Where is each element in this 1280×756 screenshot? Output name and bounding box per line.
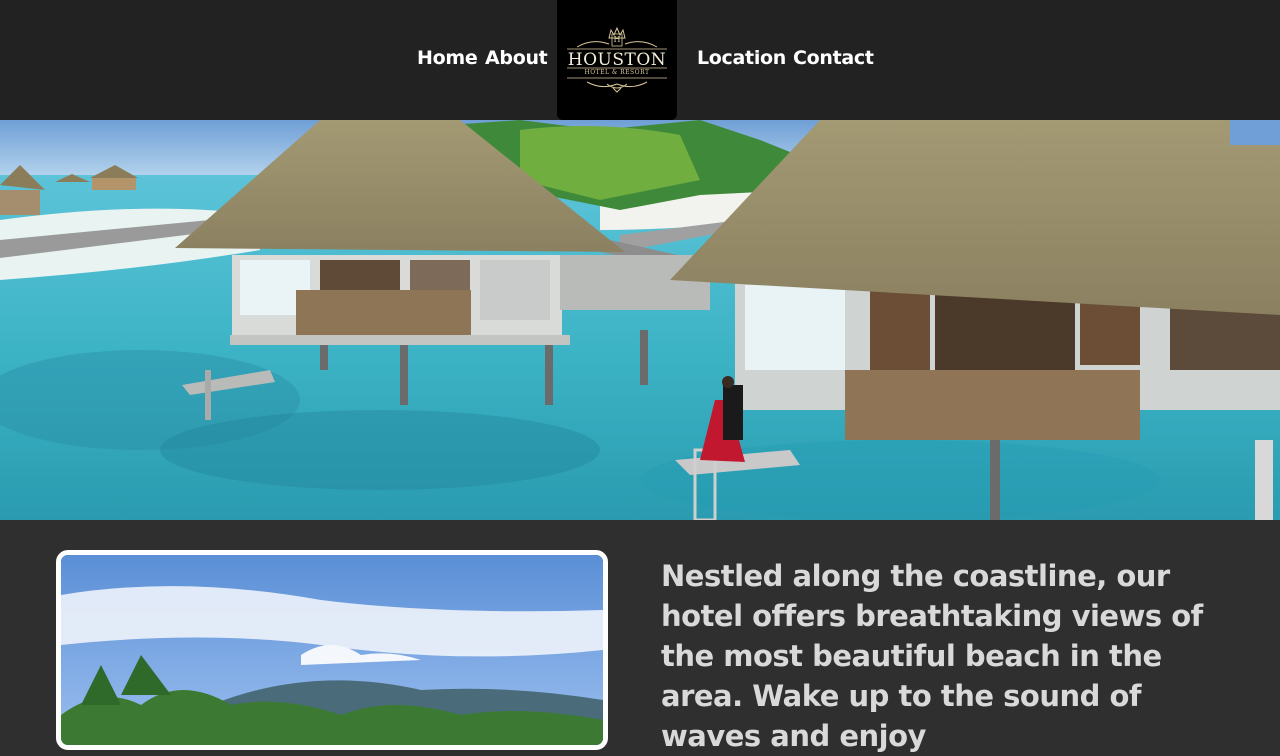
resort-garden-photo [61,555,603,745]
nav-link-about[interactable]: About [485,47,548,69]
nav-link-location[interactable]: Location [697,47,786,69]
hero-image [0,120,1280,520]
nav-link-contact[interactable]: Contact [793,47,874,69]
nav-link-home[interactable]: Home [417,47,478,69]
intro-paragraph: Nestled along the coastline, our hotel o… [661,559,1203,753]
navbar: Home About HOUSTON HOTEL & RESORT H Loca… [0,0,1280,120]
logo-name: HOUSTON [567,50,667,70]
brand-logo[interactable]: HOUSTON HOTEL & RESORT H [557,0,677,120]
logo-monogram: H [613,35,621,44]
overwater-villas-photo [0,120,1280,520]
beach-photo-card [56,550,608,750]
logo-tagline: HOTEL & RESORT [584,69,650,76]
